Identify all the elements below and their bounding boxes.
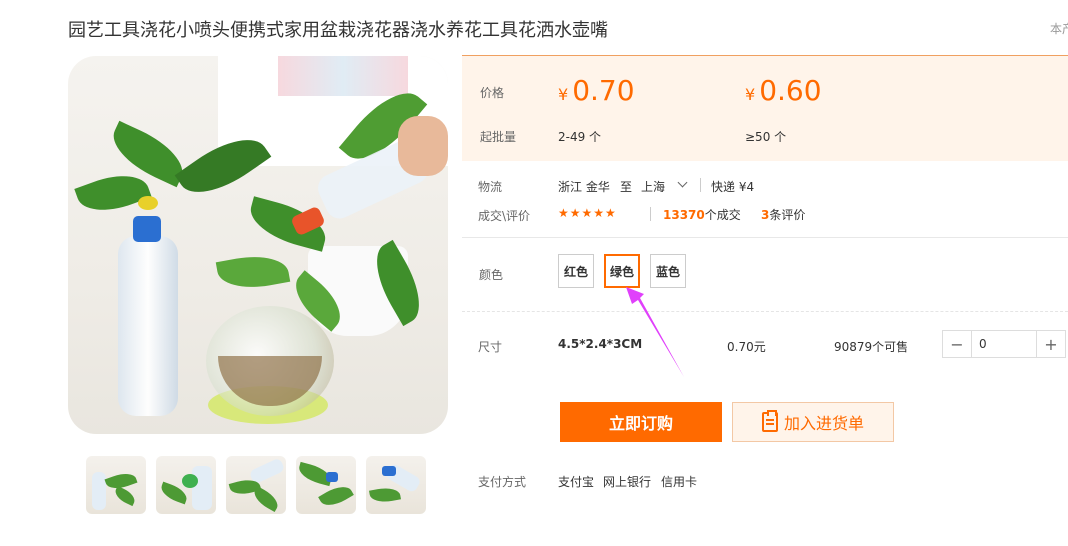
thumbnail-4[interactable] [296, 456, 356, 514]
separator [700, 178, 701, 192]
payment-method-bank: 网上银行 [603, 475, 652, 489]
quantity-input[interactable]: 0 [979, 337, 987, 351]
separator [650, 207, 651, 221]
leaf [74, 165, 152, 221]
payment-method-alipay: 支付宝 [558, 475, 595, 489]
divider [462, 237, 1068, 238]
water-bottle [118, 236, 178, 416]
add-to-list-button[interactable]: 加入进货单 [732, 402, 894, 442]
divider [462, 311, 1068, 312]
price-value: 0.70 [572, 74, 635, 107]
corner-text: 本产 [1050, 22, 1068, 36]
arrow-icon [626, 287, 684, 377]
rating-stars: ★★★★★ [558, 206, 617, 220]
color-option-blue[interactable]: 蓝色 [650, 254, 686, 288]
ship-from: 浙江 金华 [558, 180, 610, 194]
background-books [278, 56, 408, 96]
deals-count: 13370 [663, 208, 705, 222]
shipping-fee: 快递 ¥4 [711, 180, 755, 194]
deals-suffix: 个成交 [704, 208, 741, 222]
ship-to-city[interactable]: 上海 [641, 178, 665, 195]
stock-available: 90879个可售 [834, 340, 909, 354]
price-label: 价格 [480, 86, 505, 100]
payment-label: 支付方式 [478, 475, 527, 489]
size-price: 0.70元 [727, 340, 766, 354]
blue-spray-cap [133, 216, 161, 242]
size-label: 尺寸 [478, 340, 503, 354]
price-tier-1: ¥0.70 [558, 74, 635, 107]
ship-to-word: 至 [620, 180, 633, 194]
payment-method-credit: 信用卡 [661, 475, 698, 489]
min-qty-label: 起批量 [480, 130, 517, 144]
currency-symbol: ¥ [558, 85, 569, 104]
decrease-button[interactable]: − [943, 331, 972, 357]
currency-symbol: ¥ [745, 85, 756, 104]
chevron-down-icon[interactable] [677, 177, 688, 188]
size-value: 4.5*2.4*3CM [558, 337, 643, 351]
color-option-green[interactable]: 绿色 [604, 254, 640, 288]
min-qty-tier-2: ≥50 个 [745, 130, 787, 144]
main-product-image[interactable] [68, 56, 448, 434]
clipboard-icon [761, 410, 778, 432]
thumbnail-2[interactable] [156, 456, 216, 514]
quantity-stepper: − 0 + [942, 330, 1066, 358]
color-label: 颜色 [479, 268, 504, 282]
color-option-red[interactable]: 红色 [558, 254, 594, 288]
thumbnail-5[interactable] [366, 456, 426, 514]
product-title: 园艺工具浇花小喷头便携式家用盆栽浇花器浇水养花工具花洒水壶嘴 [68, 20, 608, 41]
logistics-label: 物流 [478, 180, 503, 194]
price-tier-2: ¥0.60 [745, 74, 822, 107]
leaf [215, 250, 291, 294]
increase-button[interactable]: + [1036, 331, 1065, 357]
price-panel [462, 55, 1068, 161]
review-info[interactable]: 3条评价 [761, 206, 805, 223]
hand [398, 116, 448, 176]
yellow-spray-head [138, 196, 158, 210]
buy-now-button[interactable]: 立即订购 [560, 402, 722, 442]
thumbnail-1[interactable] [86, 456, 146, 514]
min-qty-tier-1: 2-49 个 [558, 130, 602, 144]
add-to-list-label: 加入进货单 [783, 414, 864, 433]
price-value: 0.60 [759, 74, 822, 107]
thumbnail-3[interactable] [226, 456, 286, 514]
review-suffix: 条评价 [769, 208, 806, 222]
deals-info[interactable]: 13370个成交 [663, 206, 741, 223]
reviews-label: 成交\评价 [478, 209, 531, 223]
